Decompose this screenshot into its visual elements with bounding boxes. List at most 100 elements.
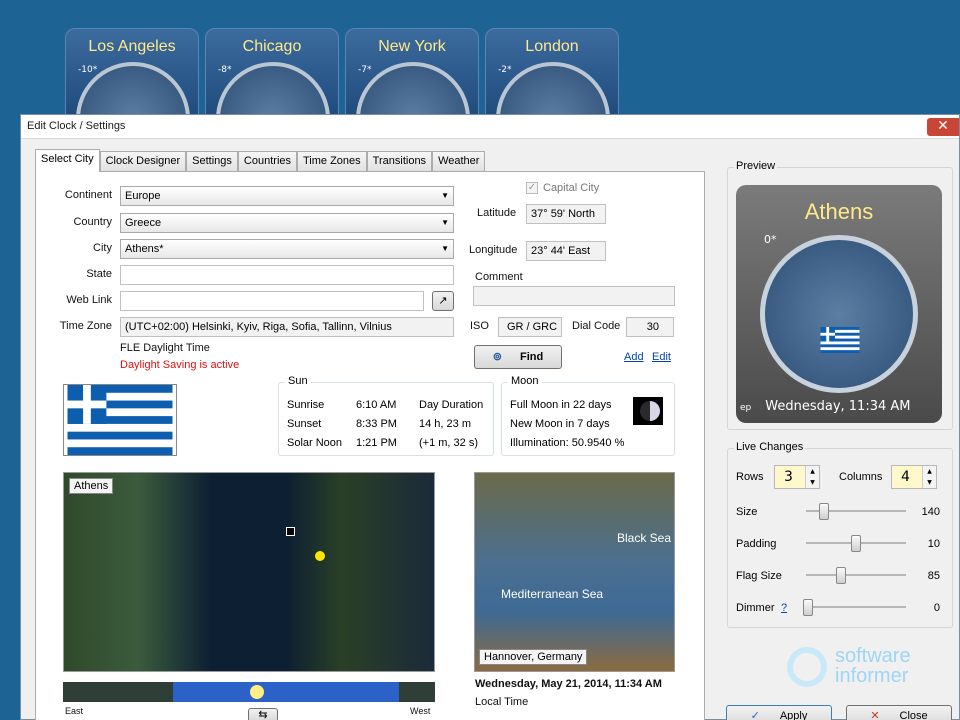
iso-input[interactable]: GR / GRC (498, 317, 562, 337)
close-label: Close (899, 710, 928, 720)
close-icon: ✕ (870, 710, 880, 720)
timezone-input[interactable]: (UTC+02:00) Helsinki, Kyiv, Riga, Sofia,… (120, 317, 454, 337)
tab-strip: Select City Clock Designer Settings Coun… (35, 149, 486, 172)
moon-group: Moon Full Moon in 22 days New Moon in 7 … (501, 375, 675, 456)
tab-time-zones[interactable]: Time Zones (297, 151, 367, 171)
clock-tile-chicago[interactable]: Chicago -8* (205, 28, 339, 120)
comment-label: Comment (475, 271, 523, 283)
chevron-down-icon: ▼ (441, 244, 449, 253)
clock-offset: -8* (218, 65, 232, 75)
select-city-panel: Continent Europe ▼ Country Greece ▼ City… (35, 171, 705, 720)
weblink-input[interactable] (120, 291, 424, 311)
flag-size-value: 85 (927, 570, 940, 582)
software-informer-logo: software informer (787, 645, 947, 691)
size-slider[interactable] (806, 501, 906, 521)
city-select[interactable]: Athens* ▼ (120, 239, 454, 259)
chevron-down-icon: ▼ (441, 218, 449, 227)
find-button[interactable]: ⊚ Find (474, 345, 562, 369)
region-map-city-label: Hannover, Germany (479, 649, 588, 665)
country-value: Greece (125, 217, 162, 229)
clock-tile-new-york[interactable]: New York -7* (345, 28, 479, 120)
spinner-arrows-icon[interactable]: ▲ ▼ (805, 466, 819, 488)
clock-city: Chicago (242, 38, 302, 55)
capital-city-checkbox[interactable]: ✓ (526, 182, 538, 194)
state-input[interactable] (120, 265, 454, 285)
edit-link[interactable]: Edit (652, 351, 671, 363)
preview-footer: ep Wednesday, 11:34 AM (736, 393, 942, 423)
padding-slider[interactable] (806, 533, 906, 553)
apply-button[interactable]: ✓ Apply (726, 705, 832, 720)
dst-status: Daylight Saving is active (120, 359, 240, 371)
black-sea-label: Black Sea (617, 531, 672, 545)
latitude-input[interactable]: 37° 59' North (526, 204, 606, 224)
day-night-timeline[interactable] (63, 682, 435, 702)
external-link-icon: ↗ (438, 295, 448, 307)
padding-label: Padding (736, 538, 777, 550)
moon-phase-icon (633, 397, 663, 425)
sun-icon (250, 685, 264, 699)
world-map-city-label: Athens (69, 478, 114, 494)
sunset-value: 8:33 PM (356, 418, 397, 430)
city-label: City (93, 242, 112, 254)
tab-transitions[interactable]: Transitions (366, 151, 433, 171)
flag-size-slider[interactable] (806, 565, 906, 585)
sunrise-value: 6:10 AM (356, 399, 397, 411)
window-title: Edit Clock / Settings (27, 120, 126, 132)
new-moon-text: New Moon in 7 days (510, 418, 610, 430)
padding-value: 10 (927, 538, 940, 550)
clock-tile-london[interactable]: London -2* (485, 28, 619, 120)
spinner-arrows-icon[interactable]: ▲ ▼ (922, 466, 936, 488)
dimmer-slider[interactable] (803, 597, 906, 617)
continent-label: Continent (64, 189, 112, 201)
tab-clock-designer[interactable]: Clock Designer (99, 151, 187, 171)
continent-value: Europe (125, 190, 161, 202)
dial-code-label: Dial Code (572, 320, 621, 332)
rows-spinner[interactable]: 3 ▲ ▼ (774, 465, 820, 489)
checkmark-icon: ✓ (750, 710, 760, 720)
dimmer-help-link[interactable]: ? (781, 602, 787, 614)
dial-code-input[interactable]: 30 (626, 317, 674, 337)
flag-size-label: Flag Size (736, 570, 782, 582)
dimmer-value: 0 (933, 602, 940, 614)
clock-city: Los Angeles (88, 38, 176, 55)
apply-label: Apply (779, 710, 808, 720)
sun-group: Sun Sunrise 6:10 AM Day Duration Sunset … (278, 375, 494, 456)
comment-input[interactable] (473, 286, 675, 306)
world-map[interactable]: Athens (63, 472, 435, 672)
region-map[interactable]: Black Sea Mediterranean Sea Hannover, Ge… (474, 472, 675, 672)
tab-settings[interactable]: Settings (186, 151, 238, 171)
tab-select-city[interactable]: Select City (35, 149, 100, 172)
sunrise-label: Sunrise (287, 399, 325, 411)
day-duration-value: 14 h, 23 m (419, 418, 471, 430)
open-link-button[interactable]: ↗ (432, 291, 454, 311)
close-window-button[interactable]: ✕ (927, 118, 959, 136)
east-label: East (65, 706, 84, 716)
chevron-down-icon: ▼ (441, 191, 449, 200)
clock-face (216, 62, 330, 119)
clock-offset: -10* (78, 65, 98, 75)
columns-label: Columns (839, 471, 883, 483)
sunset-label: Sunset (287, 418, 322, 430)
add-link[interactable]: Add (624, 351, 644, 363)
clock-face (496, 62, 610, 119)
longitude-input[interactable]: 23° 44' East (526, 241, 606, 261)
columns-spinner[interactable]: 4 ▲ ▼ (891, 465, 937, 489)
close-button[interactable]: ✕ Close (846, 705, 952, 720)
time-type: Local Time (475, 696, 529, 708)
clock-city: London (525, 38, 579, 55)
clock-tile-los-angeles[interactable]: Los Angeles -10* (65, 28, 199, 120)
timezone-label: Time Zone (59, 320, 112, 332)
illumination-text: Illumination: 50.9540 % (510, 437, 625, 449)
title-bar: Edit Clock / Settings ✕ (21, 115, 959, 139)
size-value: 140 (921, 506, 940, 518)
clock-offset: -2* (498, 65, 512, 75)
country-select[interactable]: Greece ▼ (120, 213, 454, 233)
size-label: Size (736, 506, 758, 518)
swap-direction-button[interactable]: ⇆ (248, 708, 278, 720)
tab-countries[interactable]: Countries (237, 151, 297, 171)
logo-mark-icon (787, 647, 827, 687)
clock-city: New York (378, 38, 446, 55)
tab-weather[interactable]: Weather (432, 151, 486, 171)
current-datetime: Wednesday, May 21, 2014, 11:34 AM (475, 678, 662, 690)
continent-select[interactable]: Europe ▼ (120, 186, 454, 206)
